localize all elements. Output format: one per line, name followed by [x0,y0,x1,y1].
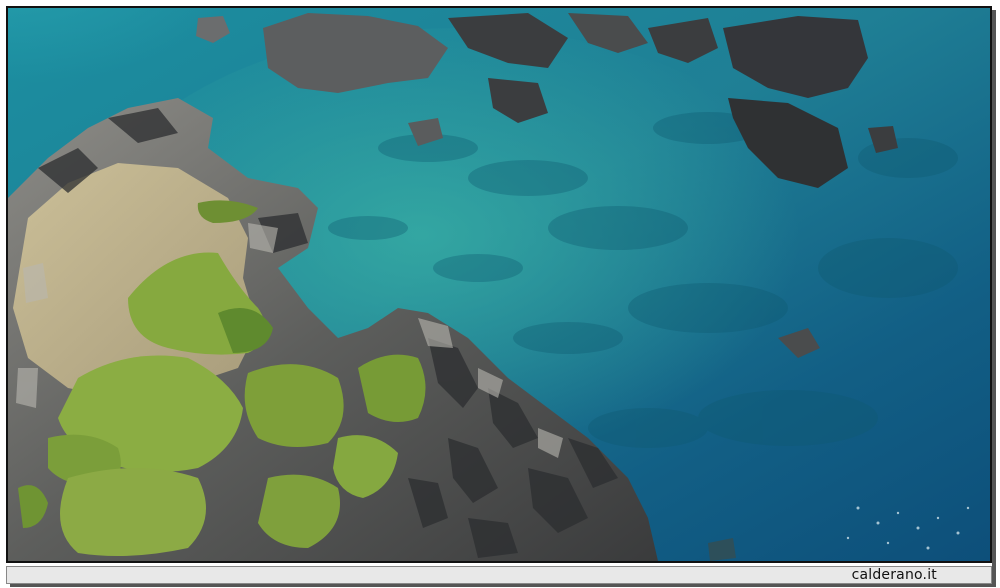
photo-frame: calderano.it [0,0,1000,588]
frame-shadow-right [992,10,996,584]
site-credit: calderano.it [851,567,937,583]
aerial-coast-photo [8,8,990,561]
frame-shadow-bottom [10,584,996,587]
photo-border [6,6,992,563]
caption-bar: calderano.it [6,566,992,584]
